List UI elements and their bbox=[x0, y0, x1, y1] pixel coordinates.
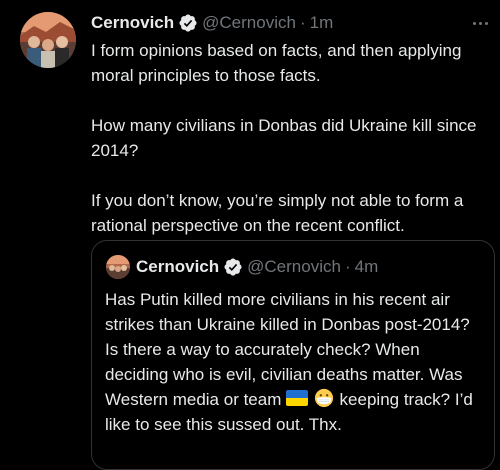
quoted-tweet[interactable]: Cernovich @Cernovich · 4m Has Putin kill… bbox=[91, 240, 495, 470]
separator: · bbox=[299, 13, 306, 32]
face-with-medical-mask-emoji bbox=[314, 388, 333, 408]
verified-badge-icon bbox=[179, 14, 197, 32]
quoted-avatar bbox=[106, 255, 130, 279]
tweet-header: Cernovich @Cernovich · 1m bbox=[91, 11, 490, 35]
tweet[interactable]: Cernovich @Cernovich · 1m I form opinion… bbox=[0, 0, 500, 470]
ukraine-flag-emoji bbox=[286, 390, 309, 406]
tweet-paragraph: How many civilians in Donbas did Ukraine… bbox=[91, 116, 477, 160]
quoted-timestamp: 4m bbox=[354, 257, 379, 276]
tweet-paragraph: I form opinions based on facts, and then… bbox=[91, 41, 462, 85]
quoted-display-name: Cernovich bbox=[136, 257, 220, 276]
quoted-handle: @Cernovich bbox=[247, 257, 341, 276]
avatar[interactable] bbox=[20, 12, 76, 68]
separator: · bbox=[344, 257, 351, 276]
quoted-tweet-text: Has Putin killed more civilians in his r… bbox=[105, 287, 485, 437]
verified-badge-icon bbox=[224, 258, 242, 276]
more-options-icon[interactable] bbox=[468, 14, 492, 32]
timestamp[interactable]: 1m bbox=[310, 13, 334, 33]
tweet-paragraph: If you don’t know, you’re simply not abl… bbox=[91, 191, 464, 235]
display-name[interactable]: Cernovich bbox=[91, 13, 174, 33]
quoted-tweet-header: Cernovich @Cernovich · 4m bbox=[106, 255, 378, 279]
tweet-text: I form opinions based on facts, and then… bbox=[91, 38, 491, 238]
handle[interactable]: @Cernovich bbox=[202, 13, 296, 33]
